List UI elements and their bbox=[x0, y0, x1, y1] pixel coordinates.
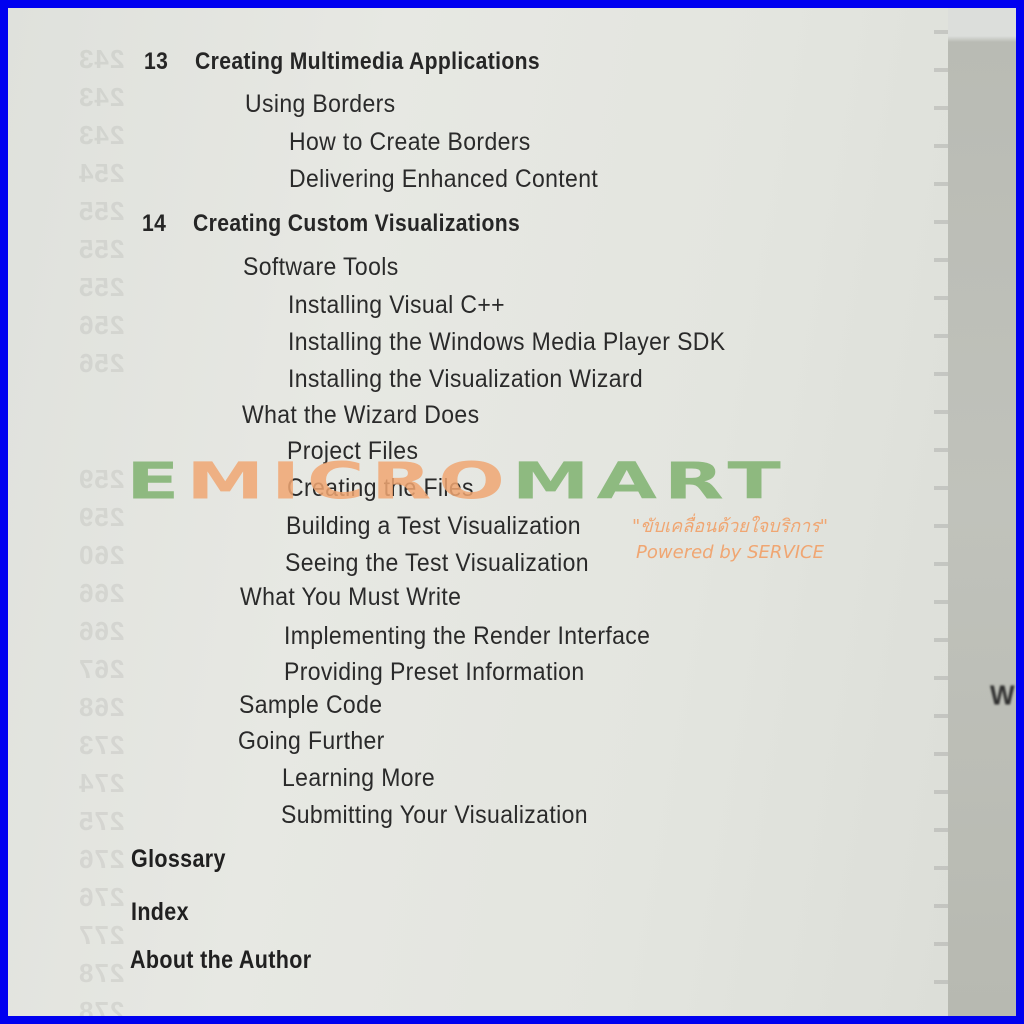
toc-subsection[interactable]: Building a Test Visualization bbox=[286, 512, 581, 541]
table-of-contents: 13 Creating Multimedia Applications Using… bbox=[8, 8, 948, 1016]
toc-subsection[interactable]: Submitting Your Visualization bbox=[281, 801, 588, 830]
toc-section[interactable]: Sample Code bbox=[239, 691, 382, 720]
toc-chapter-14[interactable]: 14 Creating Custom Visualizations bbox=[142, 210, 520, 238]
toc-subsection[interactable]: How to Create Borders bbox=[289, 128, 531, 157]
photo-frame: W 243 243 243 254 255 255 255 256 256 259 259 260 26… bbox=[8, 8, 1016, 1016]
toc-subsection[interactable]: Seeing the Test Visualization bbox=[285, 549, 589, 578]
toc-glossary[interactable]: Glossary bbox=[131, 845, 226, 874]
watermark-brand-e: E bbox=[126, 451, 187, 511]
adjacent-page bbox=[948, 8, 1016, 1016]
chapter-title: Creating Multimedia Applications bbox=[195, 48, 540, 75]
toc-index[interactable]: Index bbox=[131, 898, 189, 927]
book-page: 243 243 243 254 255 255 255 256 256 259 259 260 266 2… bbox=[8, 8, 948, 1016]
toc-subsection[interactable]: Delivering Enhanced Content bbox=[289, 165, 598, 194]
adjacent-page-glyph: W bbox=[990, 679, 1015, 711]
watermark-logo: EMICROMART bbox=[126, 456, 788, 506]
chapter-title: Creating Custom Visualizations bbox=[193, 210, 521, 237]
toc-section[interactable]: Using Borders bbox=[245, 90, 396, 119]
watermark-brand-mart: MART bbox=[511, 451, 788, 511]
toc-subsection[interactable]: Providing Preset Information bbox=[284, 658, 585, 687]
toc-about-the-author[interactable]: About the Author bbox=[130, 946, 311, 975]
toc-subsection[interactable]: Implementing the Render Interface bbox=[284, 622, 650, 651]
toc-subsection[interactable]: Installing Visual C++ bbox=[288, 291, 505, 320]
toc-subsection[interactable]: Installing the Visualization Wizard bbox=[288, 365, 643, 394]
chapter-number: 14 bbox=[142, 210, 167, 237]
toc-section[interactable]: What You Must Write bbox=[240, 583, 461, 612]
toc-subsection[interactable]: Learning More bbox=[282, 764, 435, 793]
toc-subsection[interactable]: Installing the Windows Media Player SDK bbox=[288, 328, 725, 357]
watermark-tagline-en: Powered by SERVICE bbox=[636, 542, 825, 563]
toc-section[interactable]: Going Further bbox=[238, 727, 385, 756]
watermark-tagline-thai: "ขับเคลื่อนด้วยใจบริการ" bbox=[632, 516, 829, 537]
toc-section[interactable]: What the Wizard Does bbox=[242, 401, 479, 430]
chapter-number: 13 bbox=[144, 48, 169, 75]
watermark-brand-micro: MICRO bbox=[186, 451, 512, 511]
toc-chapter-13[interactable]: 13 Creating Multimedia Applications bbox=[144, 48, 540, 76]
watermark-tagline: "ขับเคลื่อนด้วยใจบริการ" Powered by SERV… bbox=[632, 514, 828, 566]
toc-section[interactable]: Software Tools bbox=[243, 253, 399, 282]
